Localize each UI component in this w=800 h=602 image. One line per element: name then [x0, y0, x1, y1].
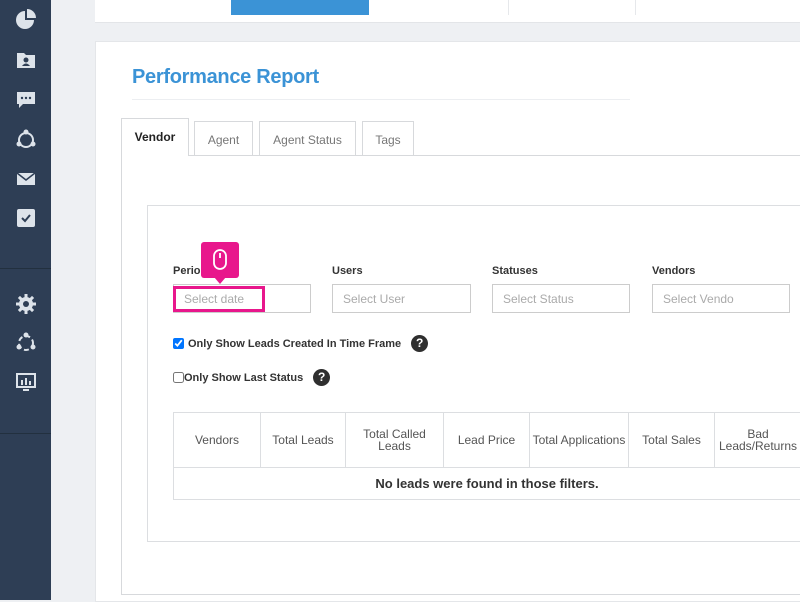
col-header-total-sales: Total Sales: [629, 413, 715, 467]
gear-icon[interactable]: [14, 292, 38, 316]
vendors-label: Vendors: [652, 265, 696, 277]
pie-chart-icon[interactable]: [14, 8, 38, 32]
col-header-total-leads: Total Leads: [261, 413, 346, 467]
col-header-total-called-leads: Total Called Leads: [346, 413, 444, 467]
network-icon[interactable]: [14, 128, 38, 152]
time-frame-option: Only Show Leads Created In Time Frame ?: [173, 335, 429, 352]
period-date-input[interactable]: [173, 284, 311, 313]
col-header-bad-leads: Bad Leads/Returns: [718, 427, 798, 453]
sidebar-divider: [0, 433, 51, 434]
col-header-total-applications: Total Applications: [530, 413, 629, 467]
time-frame-checkbox[interactable]: [173, 338, 184, 349]
top-nav-segment-active[interactable]: [231, 0, 369, 15]
mouse-click-badge: [201, 242, 239, 284]
col-header-lead-price: Lead Price: [444, 413, 530, 467]
tab-tags[interactable]: Tags: [362, 121, 414, 156]
help-icon[interactable]: ?: [411, 335, 429, 352]
last-status-checkbox[interactable]: [173, 372, 184, 383]
contacts-folder-icon[interactable]: [14, 48, 38, 72]
col-header-vendors: Vendors: [174, 413, 261, 467]
last-status-label: Only Show Last Status: [184, 371, 304, 384]
statuses-label: Statuses: [492, 265, 538, 277]
results-table: Vendors Total Leads Total Called Leads L…: [173, 412, 800, 500]
sidebar-divider: [0, 268, 51, 269]
vendors-select[interactable]: [652, 284, 790, 313]
tab-agent[interactable]: Agent: [194, 121, 253, 156]
tab-vendor[interactable]: Vendor: [121, 118, 189, 156]
top-nav-segment[interactable]: [369, 0, 509, 15]
tab-agent-status[interactable]: Agent Status: [259, 121, 356, 156]
sidebar: [0, 0, 51, 600]
mouse-icon: [213, 249, 227, 270]
chat-icon[interactable]: [14, 88, 38, 112]
task-check-icon[interactable]: [14, 206, 38, 230]
mail-icon[interactable]: [14, 167, 38, 191]
top-nav-strip: [95, 0, 800, 23]
monitor-icon[interactable]: [14, 370, 38, 394]
help-icon[interactable]: ?: [313, 369, 331, 386]
users-label: Users: [332, 265, 363, 277]
empty-message: No leads were found in those filters.: [375, 476, 599, 491]
last-status-option: Only Show Last Status ?: [173, 369, 331, 386]
top-nav-segment[interactable]: [105, 0, 232, 15]
integrations-icon[interactable]: [14, 331, 38, 355]
statuses-select[interactable]: [492, 284, 630, 313]
title-divider: [132, 99, 630, 100]
time-frame-label: Only Show Leads Created In Time Frame: [188, 337, 402, 350]
page-title: Performance Report: [132, 66, 319, 88]
users-select[interactable]: [332, 284, 471, 313]
top-nav-segment[interactable]: [508, 0, 636, 15]
